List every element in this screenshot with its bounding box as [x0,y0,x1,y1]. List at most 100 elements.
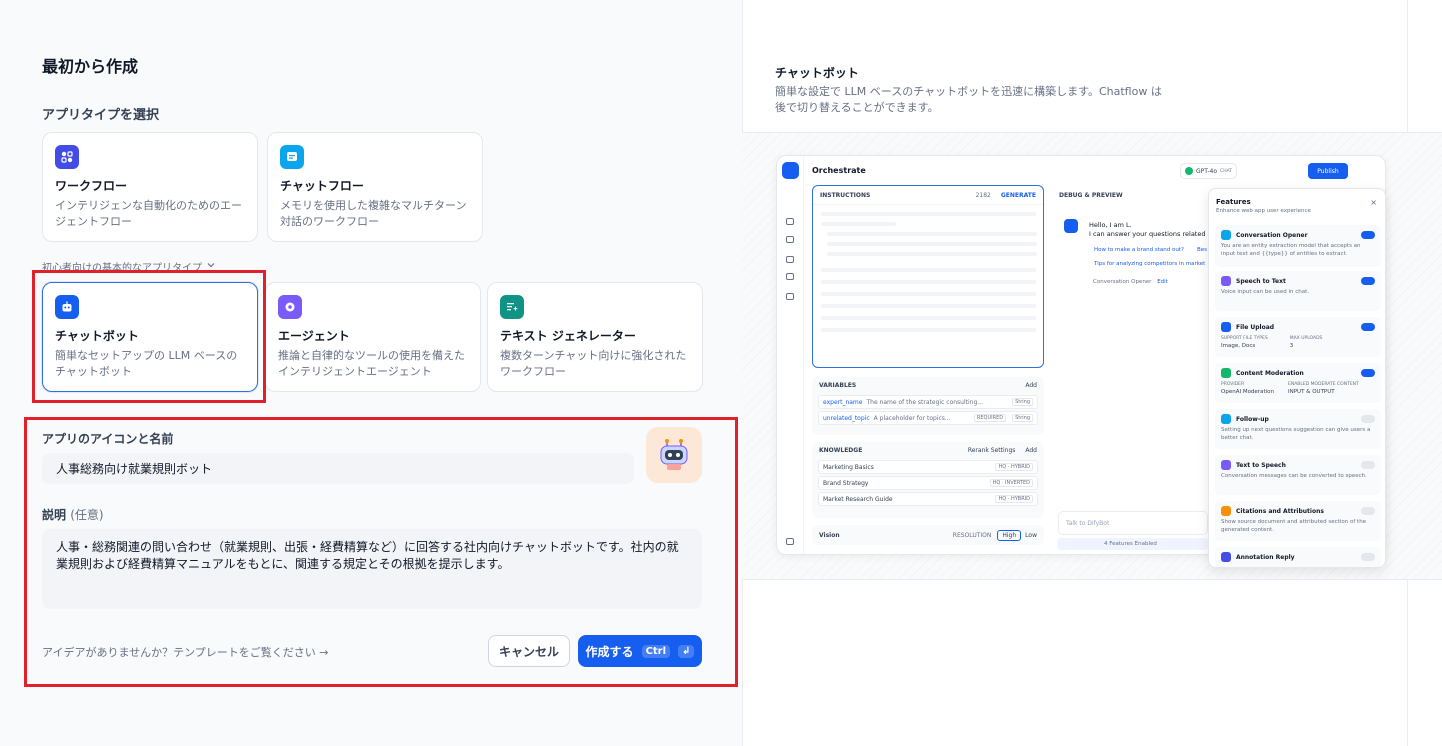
feature-desc: Setting up next questions suggestion can… [1221,427,1371,441]
app-name-value: 人事総務向け就業規則ボット [56,462,213,476]
feature-toggle [1361,323,1375,331]
app-type-text-generator[interactable]: テキスト ジェネレーター 複数ターンチャット向けに強化されたワークフロー [487,282,703,392]
mock-suggestion: How to make a brand stand out? [1094,247,1184,253]
mock-var-required: REQUIRED [973,414,1007,422]
enter-key-icon: ↲ [678,644,695,658]
mock-nav-icon [786,236,794,243]
feature-card: Content Moderation PROVIDER OpenAI Modera… [1215,363,1381,403]
feature-key: SUPPORT FILE TYPES [1221,336,1268,341]
mock-generate: GENERATE [1000,191,1036,199]
feature-name: Annotation Reply [1236,553,1295,561]
mock-nav-icon [786,273,794,280]
create-button[interactable]: 作成する Ctrl ↲ [578,635,702,667]
feature-name: Text to Speech [1236,461,1286,469]
app-icon-picker[interactable] [646,427,702,483]
desc-label-text: 説明 [42,508,67,522]
mock-var-desc: The name of the strategic consulting... [866,398,983,406]
app-type-workflow[interactable]: ワークフロー インテリジェンな自動化のためのエージェントフロー [42,132,258,242]
mock-kb-name: Brand Strategy [823,479,869,487]
mock-opener-label: Conversation Opener [1093,279,1152,285]
app-type-label: アプリタイプを選択 [42,108,160,123]
description-value: 人事・総務関連の問い合わせ（就業規則、出張・経費精算など）に回答する社内向けチャ… [56,540,679,571]
mock-variables-label: VARIABLES [819,381,857,389]
mock-knowledge-label: KNOWLEDGE [819,446,863,454]
close-icon: × [1370,198,1377,207]
feature-icon [1221,506,1231,516]
highlight-box-chatbot [32,270,266,403]
feature-toggle [1361,415,1375,423]
mock-var-name: expert_name [823,398,863,406]
mock-features-panel: Features Enhance web app user experience… [1208,188,1386,568]
mock-debug-title: DEBUG & PREVIEW [1059,192,1123,199]
model-icon [1185,167,1193,175]
mock-var-desc: A placeholder for topics... [873,414,951,422]
text-generator-icon [500,295,524,319]
feature-desc: Voice input can be used in chat. [1221,289,1310,295]
mock-var-type: String [1012,398,1033,406]
feature-icon [1221,552,1231,562]
mock-logo-icon [782,162,799,179]
mock-nav-icon [786,218,794,225]
feature-desc: You are an entity extraction model that … [1221,243,1361,257]
mock-variables: VARIABLES Add expert_name The name of the… [812,377,1044,435]
mock-instructions: INSTRUCTIONS 2182 GENERATE [812,185,1044,368]
mock-var-type: String [1012,414,1033,422]
mock-low: Low [1025,531,1037,539]
agent-icon [278,295,302,319]
ctrl-kbd: Ctrl [641,644,671,658]
mock-model-tag: CHAT [1220,168,1233,174]
feature-desc: Conversation messages can be converted t… [1221,473,1367,479]
mock-kb-tag: HQ · HYBRID [995,495,1033,503]
mock-model-name: GPT-4o [1196,167,1218,175]
features-subtitle: Enhance web app user experience [1216,208,1311,214]
feature-desc: Show source document and attributed sect… [1221,519,1367,533]
mock-kb-tag: HQ · INVERTED [989,479,1033,487]
mock-resolution: RESOLUTION [952,531,992,539]
feature-name: Content Moderation [1236,369,1304,377]
mock-nav-icon [786,538,794,545]
description-textarea[interactable]: 人事・総務関連の問い合わせ（就業規則、出張・経費精算など）に回答する社内向けチャ… [42,529,702,609]
mock-add: Add [1025,381,1037,389]
mock-suggestion: Bes [1197,247,1208,253]
page-title: 最初から作成 [42,57,139,76]
feature-card: Follow-up Setting up next questions sugg… [1215,409,1381,449]
feature-toggle [1361,277,1375,285]
feature-key: ENABLED MODERATE CONTENT [1287,382,1359,387]
mock-kb-name: Market Research Guide [823,495,893,503]
app-type-chatflow[interactable]: チャットフロー メモリを使用した複雑なマルチターン対話のワークフロー [267,132,483,242]
app-name-input[interactable]: 人事総務向け就業規則ボット [42,453,634,484]
mock-kb-name: Marketing Basics [823,463,874,471]
feature-key: MAX UPLOADS [1289,336,1323,341]
app-type-agent[interactable]: エージェント 推論と自律的なツールの使用を備えたインテリジェントエージェント [265,282,481,392]
type-name: ワークフロー [55,179,128,193]
mock-model-selector: GPT-4o CHAT [1180,163,1238,179]
feature-card: Citations and Attributions Show source d… [1215,501,1381,541]
mock-high: High [997,529,1022,541]
type-desc: インテリジェンな自動化のためのエージェントフロー [55,199,242,228]
feature-icon [1221,322,1231,332]
feature-icon [1221,414,1231,424]
cancel-button[interactable]: キャンセル [488,635,570,667]
mock-chat-input: Talk to DifyBot [1058,511,1208,535]
feature-key: PROVIDER [1221,382,1245,387]
robot-icon [660,439,688,470]
feature-icon [1221,276,1231,286]
template-link[interactable]: アイデアがありませんか？テンプレートをご覧ください → [42,644,329,660]
preview-description: 簡単な設定で LLM ベースのチャットボットを迅速に構築します。Chatflow… [775,85,1162,114]
feature-value: OpenAI Moderation [1221,388,1274,395]
type-name: エージェント [278,329,350,343]
feature-name: Citations and Attributions [1236,507,1324,515]
feature-value: INPUT & OUTPUT [1287,388,1335,395]
feature-card: File Upload SUPPORT FILE TYPES Image, Doc… [1215,317,1381,357]
feature-card: Annotation Reply [1215,547,1381,567]
mock-vision: Vision RESOLUTION High Low [812,525,1044,545]
mock-orchestrate-title: Orchestrate [812,166,866,175]
feature-value: 3 [1289,342,1294,349]
chatflow-icon [280,145,304,169]
mock-sidebar [777,156,804,554]
mock-nav-icon [786,256,794,263]
feature-name: Follow-up [1236,415,1269,423]
type-name: テキスト ジェネレーター [500,329,636,343]
features-title: Features [1216,198,1251,206]
mock-knowledge: KNOWLEDGE Rerank Settings Add Marketing … [812,442,1044,518]
